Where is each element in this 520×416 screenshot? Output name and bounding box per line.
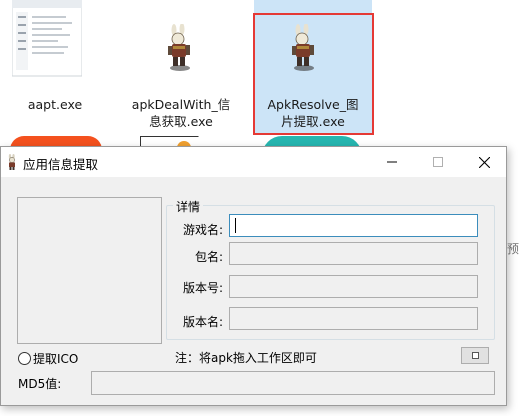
package-name-field[interactable]: [229, 242, 478, 265]
version-name-label: 版本名:: [182, 315, 223, 329]
close-icon: [478, 156, 490, 168]
extract-ico-label[interactable]: 提取ICO: [33, 350, 78, 367]
app-window: 应用信息提取 详情 游戏名: 包名: 版本号: 版本名: 提取ICO 注：将ap…: [0, 146, 507, 406]
version-code-label: 版本号:: [182, 281, 223, 295]
aapt-thumbnail-icon[interactable]: [11, 0, 83, 78]
maximize-button[interactable]: [415, 147, 461, 177]
md5-field[interactable]: [91, 371, 495, 395]
rabbit-warrior-icon[interactable]: [164, 23, 194, 72]
icon-preview-box: [17, 197, 162, 344]
file-apkdealwith[interactable]: apkDealWith_信 息获取.exe: [126, 96, 236, 130]
title-bar[interactable]: 应用信息提取: [1, 147, 506, 177]
window-title: 应用信息提取: [23, 157, 99, 172]
drag-hint-note: 注：将apk拖入工作区即可: [175, 351, 317, 365]
explorer-right-edge: 看预: [507, 0, 520, 416]
version-code-field[interactable]: [229, 275, 478, 298]
file-name-line1: apkDealWith_信: [131, 97, 231, 112]
app-rabbit-icon: [5, 154, 19, 170]
package-name-label: 包名:: [194, 250, 223, 264]
version-name-field[interactable]: [229, 307, 478, 330]
file-name-line2: 息获取.exe: [149, 114, 213, 129]
maximize-icon: [433, 157, 443, 167]
game-name-field[interactable]: [229, 214, 478, 237]
red-highlight-box: [253, 13, 374, 135]
file-name: aapt.exe: [27, 97, 83, 112]
close-button[interactable]: [461, 147, 507, 177]
square-icon: [471, 352, 479, 359]
file-aapt[interactable]: aapt.exe: [6, 96, 104, 113]
details-group-title: 详情: [173, 198, 204, 215]
minimize-icon: [387, 161, 397, 163]
small-square-button[interactable]: [461, 347, 489, 364]
game-name-label: 游戏名:: [182, 223, 223, 237]
clipped-label: 看预: [507, 242, 520, 256]
text-caret: [235, 218, 236, 233]
extract-ico-radio[interactable]: [18, 352, 31, 365]
minimize-button[interactable]: [369, 147, 415, 177]
md5-label: MD5值:: [18, 377, 62, 391]
